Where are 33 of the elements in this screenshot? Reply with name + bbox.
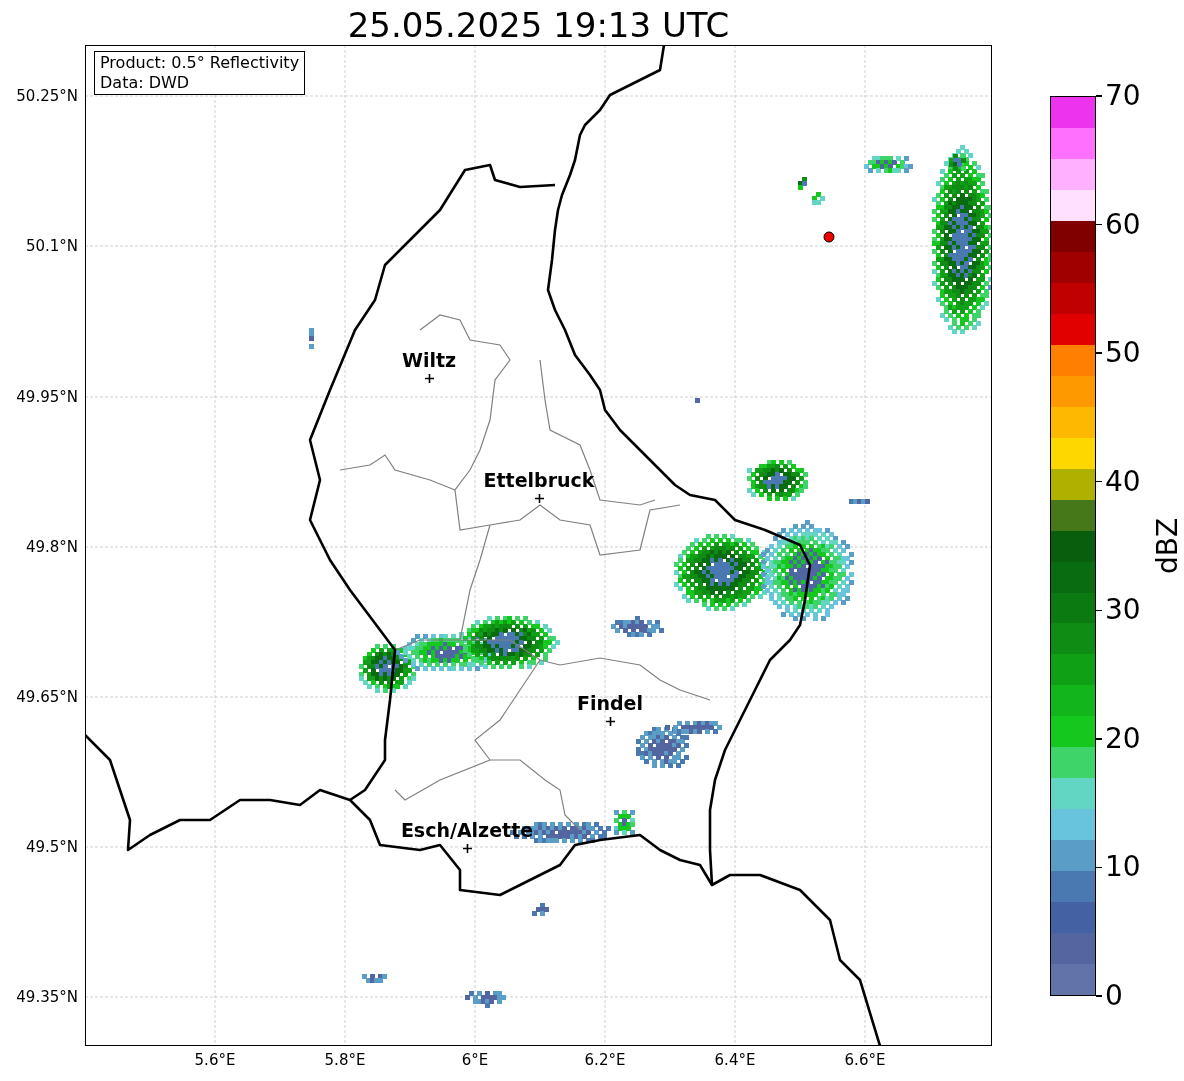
colorbar-tick-label: 10: [1105, 851, 1141, 884]
city-label: Findel: [576, 692, 644, 714]
chart-title: 25.05.2025 19:13 UTC: [346, 4, 731, 46]
longitude-label: 6.4°E: [714, 1051, 756, 1069]
colorbar-tick-label: 60: [1105, 208, 1141, 241]
city-marker-icon: [424, 373, 434, 383]
longitude-label: 6°E: [461, 1051, 489, 1069]
radar-site-marker: [823, 231, 835, 243]
colorbar-tick-label: 20: [1105, 722, 1141, 755]
latitude-label: 49.5°N: [25, 838, 78, 856]
city-marker-icon: [534, 493, 544, 503]
city-marker-icon: [462, 843, 472, 853]
info-text: Product: 0.5° Reflectivity: [100, 53, 300, 73]
info-text: Data: DWD: [100, 73, 191, 93]
city-label: Ettelbruck: [482, 469, 596, 491]
latitude-label: 49.65°N: [16, 688, 78, 706]
latitude-label: 49.8°N: [25, 538, 78, 556]
colorbar-tick-label: 0: [1105, 980, 1123, 1012]
longitude-label: 5.6°E: [194, 1051, 236, 1069]
longitude-label: 6.2°E: [584, 1051, 626, 1069]
latitude-label: 49.95°N: [16, 388, 78, 406]
city-label: Wiltz: [400, 349, 458, 371]
latitude-label: 50.1°N: [25, 237, 78, 255]
colorbar-tick-label: 30: [1105, 594, 1141, 627]
colorbar-tick-label: 50: [1105, 337, 1141, 370]
longitude-label: 5.8°E: [324, 1051, 366, 1069]
longitude-label: 6.6°E: [844, 1051, 886, 1069]
latitude-label: 50.25°N: [16, 87, 78, 105]
colorbar-tick-label: 70: [1105, 80, 1141, 112]
city-marker-icon: [605, 716, 615, 726]
colorbar-label: dBZ: [1152, 517, 1184, 575]
colorbar-tick-label: 40: [1105, 465, 1141, 498]
latitude-label: 49.35°N: [16, 988, 78, 1006]
